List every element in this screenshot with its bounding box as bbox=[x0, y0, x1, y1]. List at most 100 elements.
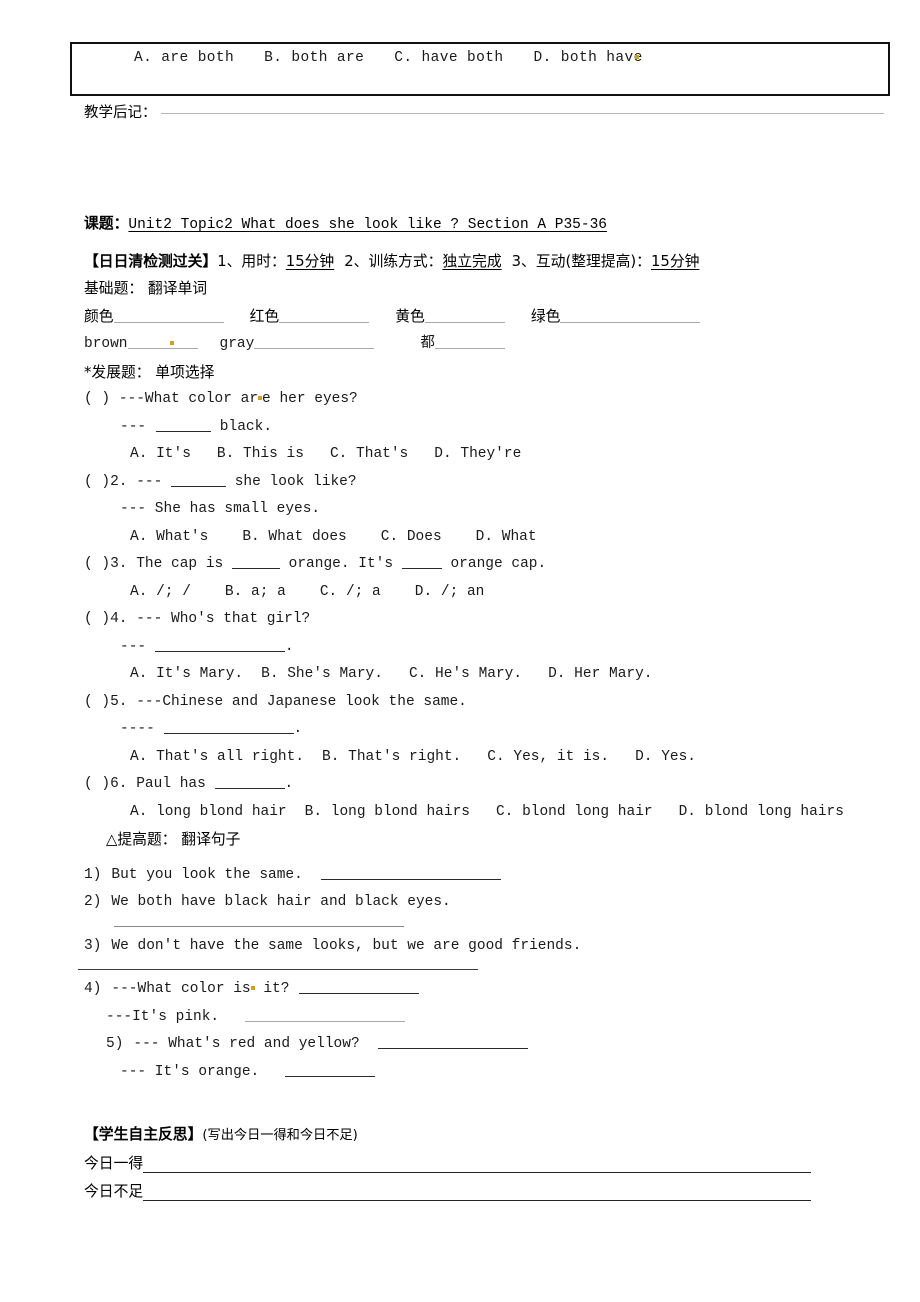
question-2-option-a[interactable]: A. What's bbox=[130, 529, 208, 545]
question-3-number[interactable]: ( )3. bbox=[84, 556, 136, 572]
question-6-option-a[interactable]: A. long blond hair bbox=[130, 804, 287, 820]
checkpoint-item1-value: 15分钟 bbox=[285, 252, 335, 270]
question-3-option-a[interactable]: A. /; / bbox=[130, 584, 191, 600]
question-1-number[interactable]: ( ) bbox=[84, 391, 119, 407]
question-6-stem-suffix: . bbox=[284, 776, 294, 792]
question-6-option-d[interactable]: D. blond long hairs bbox=[679, 804, 844, 820]
reflection-heading-note: (写出今日一得和今日不足) bbox=[202, 1128, 358, 1143]
top-option-c: C. have both bbox=[394, 50, 504, 66]
word-blank-red[interactable] bbox=[279, 307, 370, 323]
question-4-number[interactable]: ( )4. bbox=[84, 611, 136, 627]
advanced-sentence-1-blank[interactable] bbox=[320, 865, 501, 880]
question-4-options: A. It's Mary. B. She's Mary. C. He's Mary.… bbox=[84, 661, 884, 689]
scan-artifact-mark bbox=[634, 55, 639, 59]
teaching-note-row: 教学后记： bbox=[84, 101, 884, 122]
advanced-sentence-2-number: 2) bbox=[84, 894, 102, 910]
question-1-option-d[interactable]: D. They're bbox=[434, 446, 521, 462]
advanced-section-heading: △提高题： 翻译句子 bbox=[106, 831, 241, 848]
teaching-note-blank[interactable] bbox=[160, 112, 884, 114]
word-blank-brown[interactable] bbox=[127, 334, 198, 349]
checkpoint-item1-label: 1、用时： bbox=[217, 252, 286, 270]
question-1-option-a[interactable]: A. It's bbox=[130, 446, 191, 462]
advanced-sentence-5-blank[interactable] bbox=[377, 1034, 528, 1049]
question-5-stem-text: ---Chinese and Japanese look the same. bbox=[136, 693, 467, 710]
question-4-option-a[interactable]: A. It's Mary. bbox=[130, 666, 243, 682]
advanced-sentence-4: 4) ---What color is it? bbox=[84, 976, 884, 1004]
question-3-option-d[interactable]: D. /; an bbox=[415, 584, 485, 600]
question-2-number[interactable]: ( )2. bbox=[84, 474, 136, 490]
advanced-sentence-4-blank[interactable] bbox=[299, 979, 420, 994]
question-2-option-c[interactable]: C. Does bbox=[381, 529, 442, 545]
question-1-option-b[interactable]: B. This is bbox=[217, 446, 304, 462]
question-3-stem-a: The cap is bbox=[136, 556, 232, 572]
advanced-sentence-4-reply-blank[interactable] bbox=[245, 1007, 406, 1022]
question-1-option-c[interactable]: C. That's bbox=[330, 446, 408, 462]
question-5-option-d[interactable]: D. Yes. bbox=[635, 749, 696, 765]
advanced-sentence-3-answer-line[interactable] bbox=[78, 969, 478, 970]
advanced-sentence-5: 5) --- What's red and yellow? bbox=[84, 1031, 884, 1059]
reflection-lack-blank[interactable] bbox=[143, 1199, 812, 1201]
question-2-option-b[interactable]: B. What does bbox=[242, 529, 346, 545]
question-3-options: A. /; / B. a; a C. /; a D. /; an bbox=[84, 579, 884, 607]
top-options-box: A. are both B. both are C. have both D. bot… bbox=[70, 42, 890, 96]
question-5-reply: ---- . bbox=[84, 716, 884, 744]
question-2-stem-prefix: --- bbox=[136, 473, 172, 490]
top-option-d: D. both have bbox=[533, 50, 643, 66]
question-3-option-b[interactable]: B. a; a bbox=[225, 584, 286, 600]
question-6-stem: ( )6. Paul has . bbox=[84, 771, 884, 799]
reflection-heading: 【学生自主反思】 bbox=[84, 1126, 203, 1143]
question-4-option-c[interactable]: C. He's Mary. bbox=[409, 666, 522, 682]
top-options-row: A. are both B. both are C. have both D. bot… bbox=[134, 50, 643, 66]
question-3-blank-2[interactable] bbox=[401, 554, 442, 569]
question-3-stem-c: orange cap. bbox=[441, 556, 547, 572]
advanced-sentence-5-reply-blank[interactable] bbox=[285, 1062, 376, 1077]
scan-artifact-mark bbox=[169, 341, 174, 345]
question-2-option-d[interactable]: D. What bbox=[476, 529, 537, 545]
reflection-gain-blank[interactable] bbox=[143, 1171, 812, 1173]
checkpoint-heading: 【日日清检测过关】 bbox=[84, 252, 218, 270]
question-4-option-b[interactable]: B. She's Mary. bbox=[261, 666, 383, 682]
reflection-section: 【学生自主反思】(写出今日一得和今日不足) 今日一得 今日不足 bbox=[84, 1122, 874, 1205]
question-1-blank[interactable] bbox=[156, 417, 212, 432]
advanced-sentence-2-answer-line[interactable] bbox=[114, 925, 404, 927]
reflection-row-lack: 今日不足 bbox=[84, 1179, 874, 1205]
question-2-stem-suffix: she look like? bbox=[226, 473, 357, 490]
word-blank-all[interactable] bbox=[434, 334, 505, 349]
question-3-blank-1[interactable] bbox=[231, 554, 280, 569]
question-6-number[interactable]: ( )6. bbox=[84, 776, 136, 792]
question-5-option-a[interactable]: A. That's all right. bbox=[130, 749, 304, 765]
question-1-reply: --- black. bbox=[84, 414, 884, 442]
word-blank-color[interactable] bbox=[113, 307, 224, 323]
word-blank-gray[interactable] bbox=[254, 334, 375, 349]
word-label-gray: gray bbox=[219, 336, 255, 352]
advanced-sentence-2: 2) We both have black hair and black eyes… bbox=[84, 889, 884, 917]
lesson-title-label: 课题： bbox=[84, 215, 129, 232]
question-2-blank[interactable] bbox=[171, 472, 227, 487]
question-4-stem: ( )4. --- Who's that girl? bbox=[84, 606, 884, 634]
word-blank-yellow[interactable] bbox=[424, 307, 505, 323]
question-4-option-d[interactable]: D. Her Mary. bbox=[548, 666, 652, 682]
question-4-reply-prefix: --- bbox=[120, 638, 155, 655]
advanced-sentence-5-reply: --- It's orange. bbox=[84, 1059, 884, 1087]
question-6-option-b[interactable]: B. long blond hairs bbox=[305, 804, 470, 820]
question-5-option-c[interactable]: C. Yes, it is. bbox=[487, 749, 609, 765]
question-6-blank[interactable] bbox=[214, 774, 285, 789]
checkpoint-item2-label: 2、训练方式： bbox=[344, 252, 443, 270]
question-2-options: A. What's B. What does C. Does D. What bbox=[84, 524, 884, 552]
checkpoint-item2-value: 独立完成 bbox=[442, 252, 502, 270]
advanced-sentence-3: 3) We don't have the same looks, but we a… bbox=[84, 933, 884, 961]
question-1-stem: ( ) ---What color ar e her eyes? bbox=[84, 386, 884, 414]
question-3-option-c[interactable]: C. /; a bbox=[320, 584, 381, 600]
question-5-number[interactable]: ( )5. bbox=[84, 694, 136, 710]
question-4-blank[interactable] bbox=[154, 637, 285, 652]
question-1-stem-tail: e her eyes? bbox=[262, 391, 358, 407]
word-blank-green[interactable] bbox=[560, 307, 701, 323]
question-5-blank[interactable] bbox=[163, 719, 294, 734]
question-5-option-b[interactable]: B. That's right. bbox=[322, 749, 461, 765]
question-6-option-c[interactable]: C. blond long hair bbox=[496, 804, 653, 820]
advanced-sentence-4-text: ---What color is bbox=[111, 981, 251, 997]
top-option-b: B. both are bbox=[264, 50, 365, 66]
question-1-reply-suffix: black. bbox=[211, 418, 273, 435]
